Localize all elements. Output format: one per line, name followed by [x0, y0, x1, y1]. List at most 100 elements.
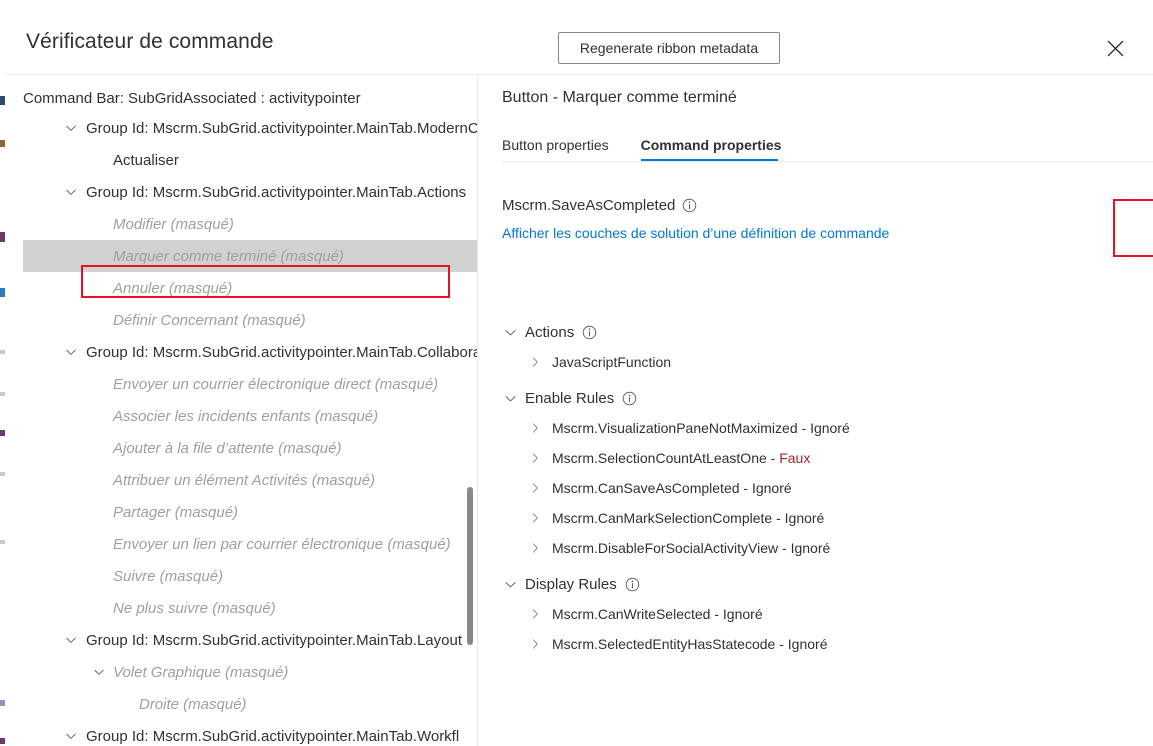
- rule-text: Mscrm.CanWriteSelected - Ignoré: [552, 606, 763, 622]
- chevron-down-icon[interactable]: [63, 632, 79, 648]
- detail-tabs: Button properties Command properties: [502, 123, 813, 161]
- rule-separator: -: [778, 540, 791, 556]
- chevron-down-icon[interactable]: [63, 120, 79, 136]
- tree-item[interactable]: Associer les incidents enfants (masqué): [5, 400, 477, 432]
- rule-section-header[interactable]: Display Rules: [478, 569, 1153, 599]
- chevron-right-icon[interactable]: [528, 637, 542, 651]
- tree-item[interactable]: Définir Concernant (masqué): [5, 304, 477, 336]
- chevron-right-icon[interactable]: [528, 355, 542, 369]
- tabs-divider: [502, 161, 1153, 162]
- tree-item[interactable]: Group Id: Mscrm.SubGrid.activitypointer.…: [5, 112, 477, 144]
- tree-item-label: Envoyer un lien par courrier électroniqu…: [113, 535, 451, 553]
- rule-section-header[interactable]: Enable Rules: [478, 383, 1153, 413]
- tree-item-label: Group Id: Mscrm.SubGrid.activitypointer.…: [86, 183, 467, 201]
- tree-scrollbar-thumb[interactable]: [467, 487, 473, 645]
- chevron-right-icon[interactable]: [528, 421, 542, 435]
- rule-name: Mscrm.SelectionCountAtLeastOne: [552, 450, 767, 466]
- tree-item[interactable]: Ajouter à la file d’attente (masqué): [5, 432, 477, 464]
- command-tree-list: Group Id: Mscrm.SubGrid.activitypointer.…: [5, 112, 477, 746]
- tree-scrollbar[interactable]: [464, 75, 476, 746]
- rule-separator: -: [797, 420, 811, 436]
- rule-name: Mscrm.CanSaveAsCompleted: [552, 480, 740, 496]
- rule-name: Mscrm.VisualizationPaneNotMaximized: [552, 420, 798, 436]
- dialog-header: Vérificateur de commande Regenerate ribb…: [5, 0, 1153, 75]
- tab-button-properties[interactable]: Button properties: [502, 123, 623, 161]
- rule-section-header[interactable]: Actions: [478, 317, 1153, 347]
- tree-item[interactable]: Actualiser: [5, 144, 477, 176]
- tree-item[interactable]: Group Id: Mscrm.SubGrid.activitypointer.…: [5, 720, 477, 746]
- rule-row[interactable]: Mscrm.SelectedEntityHasStatecode - Ignor…: [478, 629, 1153, 659]
- view-solution-layers-link[interactable]: Afficher les couches de solution d’une d…: [502, 225, 889, 241]
- tree-item-label: Group Id: Mscrm.SubGrid.activitypointer.…: [86, 631, 462, 649]
- chevron-down-icon[interactable]: [63, 344, 79, 360]
- rule-row[interactable]: Mscrm.DisableForSocialActivityView - Ign…: [478, 533, 1153, 563]
- chevron-down-icon[interactable]: [502, 390, 518, 406]
- info-icon[interactable]: [682, 198, 697, 213]
- tree-item-label: Annuler (masqué): [113, 279, 233, 297]
- rule-row[interactable]: Mscrm.VisualizationPaneNotMaximized - Ig…: [478, 413, 1153, 443]
- tree-item[interactable]: Ne plus suivre (masqué): [5, 592, 477, 624]
- rule-name: JavaScriptFunction: [552, 354, 672, 370]
- chevron-right-icon[interactable]: [528, 541, 542, 555]
- tree-item-label: Ne plus suivre (masqué): [113, 599, 276, 617]
- rule-text: Mscrm.SelectionCountAtLeastOne - Faux: [552, 450, 810, 466]
- chevron-down-icon[interactable]: [502, 324, 518, 340]
- chevron-right-icon[interactable]: [528, 511, 542, 525]
- rule-row[interactable]: JavaScriptFunction: [478, 347, 1153, 377]
- rule-name: Mscrm.CanMarkSelectionComplete: [552, 510, 773, 526]
- tree-item-label: Marquer comme terminé (masqué): [113, 247, 344, 265]
- tree-item[interactable]: Envoyer un courrier électronique direct …: [5, 368, 477, 400]
- tree-item-label: Group Id: Mscrm.SubGrid.activitypointer.…: [86, 119, 477, 137]
- tree-item-label: Volet Graphique (masqué): [113, 663, 289, 681]
- regenerate-ribbon-metadata-button[interactable]: Regenerate ribbon metadata: [558, 32, 780, 64]
- rule-section: Enable Rules Mscrm.VisualizationPaneNotMa…: [478, 383, 1153, 563]
- tree-item[interactable]: Attribuer un élément Activités (masqué): [5, 464, 477, 496]
- tree-item[interactable]: Annuler (masqué): [5, 272, 477, 304]
- rule-separator: -: [775, 636, 788, 652]
- tree-root-label: Command Bar: SubGridAssociated : activit…: [23, 90, 361, 107]
- tree-item-label: Group Id: Mscrm.SubGrid.activitypointer.…: [86, 727, 460, 745]
- tree-item-selected[interactable]: Marquer comme terminé (masqué): [5, 240, 477, 272]
- chevron-down-icon[interactable]: [502, 576, 518, 592]
- tree-item[interactable]: Suivre (masqué): [5, 560, 477, 592]
- info-icon[interactable]: [582, 325, 597, 340]
- command-tree-panel: Command Bar: SubGridAssociated : activit…: [5, 75, 477, 746]
- tree-item[interactable]: Partager (masqué): [5, 496, 477, 528]
- tree-item-label: Modifier (masqué): [113, 215, 234, 233]
- page-title: Vérificateur de commande: [26, 30, 274, 53]
- tree-item-label: Envoyer un courrier électronique direct …: [113, 375, 439, 393]
- tree-item[interactable]: Volet Graphique (masqué): [5, 656, 477, 688]
- chevron-down-icon[interactable]: [63, 184, 79, 200]
- tree-item[interactable]: Droite (masqué): [5, 688, 477, 720]
- chevron-down-icon[interactable]: [63, 728, 79, 744]
- tree-item-label: Attribuer un élément Activités (masqué): [113, 471, 376, 489]
- command-name-label: Mscrm.SaveAsCompleted: [502, 197, 676, 214]
- chevron-right-icon[interactable]: [528, 451, 542, 465]
- chevron-down-icon[interactable]: [91, 664, 107, 680]
- detail-title: Button - Marquer comme terminé: [502, 89, 737, 106]
- chevron-right-icon[interactable]: [528, 607, 542, 621]
- tree-item[interactable]: Group Id: Mscrm.SubGrid.activitypointer.…: [5, 336, 477, 368]
- rule-separator: -: [766, 450, 780, 466]
- info-icon[interactable]: [622, 391, 637, 406]
- rule-sections: Actions JavaScriptFunction Enable Rules Msc…: [478, 317, 1153, 665]
- tree-item[interactable]: Envoyer un lien par courrier électroniqu…: [5, 528, 477, 560]
- rule-section-title: Enable Rules: [525, 389, 615, 407]
- tree-item[interactable]: Group Id: Mscrm.SubGrid.activitypointer.…: [5, 176, 477, 208]
- tree-item-label: Droite (masqué): [139, 695, 247, 713]
- chevron-right-icon[interactable]: [528, 481, 542, 495]
- rule-row[interactable]: Mscrm.SelectionCountAtLeastOne - Faux: [478, 443, 1153, 473]
- rule-row[interactable]: Mscrm.CanMarkSelectionComplete - Ignoré: [478, 503, 1153, 533]
- tree-item-label: Actualiser: [113, 151, 179, 169]
- rule-state: Ignoré: [790, 540, 831, 556]
- tree-item[interactable]: Group Id: Mscrm.SubGrid.activitypointer.…: [5, 624, 477, 656]
- rule-state: Ignoré: [722, 606, 763, 622]
- rule-text: Mscrm.SelectedEntityHasStatecode - Ignor…: [552, 636, 827, 652]
- rule-row[interactable]: Mscrm.CanSaveAsCompleted - Ignoré: [478, 473, 1153, 503]
- tab-command-properties[interactable]: Command properties: [640, 123, 796, 161]
- close-button[interactable]: [1097, 30, 1133, 66]
- rule-separator: -: [739, 480, 752, 496]
- info-icon[interactable]: [625, 577, 640, 592]
- rule-row[interactable]: Mscrm.CanWriteSelected - Ignoré: [478, 599, 1153, 629]
- tree-item[interactable]: Modifier (masqué): [5, 208, 477, 240]
